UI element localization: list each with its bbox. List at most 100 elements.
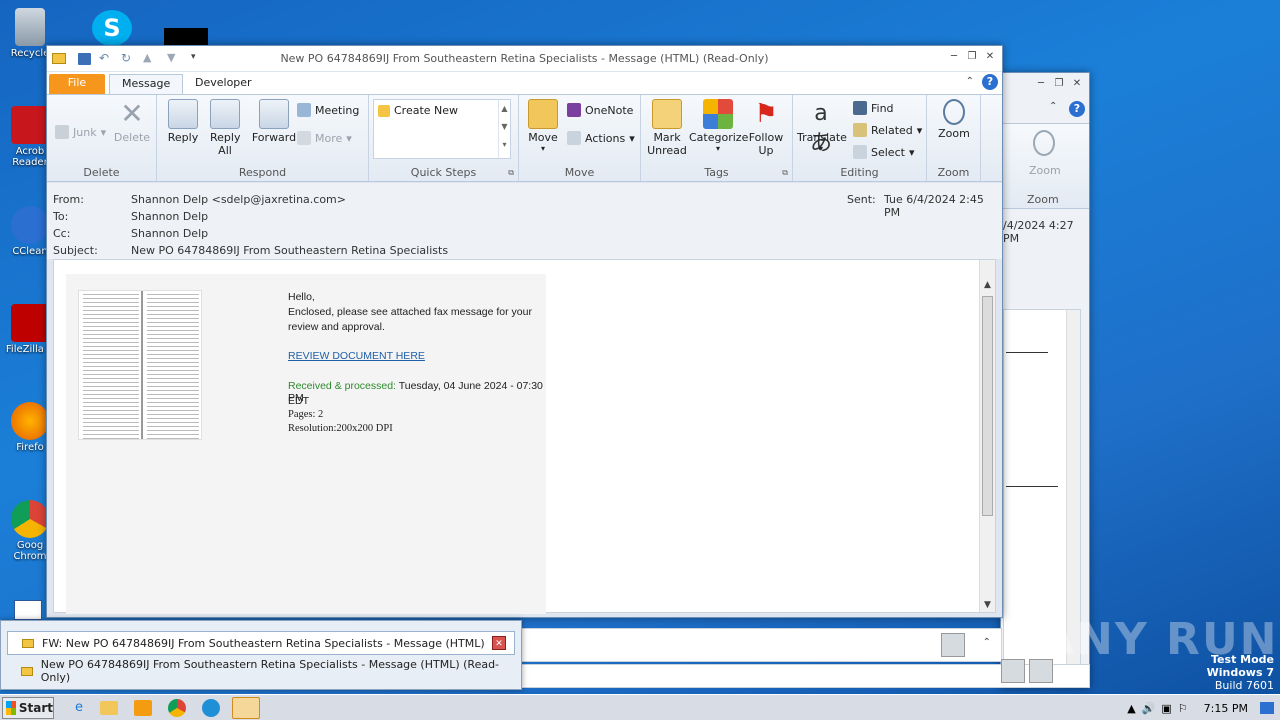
tab-developer[interactable]: Developer: [183, 74, 264, 94]
group-label: Editing: [840, 166, 879, 179]
tab-message[interactable]: Message: [109, 74, 184, 94]
categorize-button[interactable]: Categorize ▾: [689, 99, 748, 153]
forward-button[interactable]: Forward: [251, 99, 297, 144]
delete-icon: ✕: [120, 97, 144, 130]
translate-button[interactable]: aあ Translate ▾: [797, 99, 847, 156]
edge-icon[interactable]: [202, 699, 220, 717]
firefox-icon: [11, 402, 49, 440]
move-group: Move ▾ OneNote Actions ▾ Move: [519, 95, 641, 181]
follow-up-button[interactable]: ⚑ Follow Up: [747, 99, 785, 157]
close-icon[interactable]: ✕: [1069, 77, 1085, 91]
binoculars-icon: [853, 101, 867, 115]
actions-button[interactable]: Actions ▾: [567, 131, 635, 145]
lightning-icon: [378, 104, 390, 117]
expand-icon[interactable]: ⌃: [983, 637, 991, 648]
find-button[interactable]: Find: [853, 101, 894, 115]
show-desktop-icon[interactable]: [1260, 702, 1274, 714]
vertical-scrollbar[interactable]: ▲ ▼: [979, 260, 995, 612]
forward-icon: [259, 99, 289, 129]
subject-value: New PO 64784869IJ From Southeastern Reti…: [131, 244, 449, 257]
chrome-taskbar-icon[interactable]: [168, 699, 186, 717]
actions-icon: [567, 131, 581, 145]
message-body[interactable]: Hello, Enclosed, please see attached fax…: [53, 259, 996, 614]
title-bar[interactable]: ↶ ↻ ▲ ▼ ▾ New PO 64784869IJ From Southea…: [47, 46, 1002, 72]
move-button[interactable]: Move ▾: [525, 99, 561, 153]
explorer-icon[interactable]: [100, 701, 118, 715]
show-hidden-icon[interactable]: ▲: [1127, 702, 1135, 715]
sent-date-fragment: /4/2024 4:27 PM: [1003, 219, 1074, 245]
related-button[interactable]: Related ▾: [853, 123, 922, 137]
maximize-icon[interactable]: ❐: [1051, 77, 1067, 91]
speaker-icon[interactable]: 🔊: [1142, 702, 1156, 715]
reply-button[interactable]: Reply: [165, 99, 201, 144]
preview-item[interactable]: FW: New PO 64784869IJ From Southeastern …: [7, 631, 515, 655]
divider: [1006, 486, 1058, 487]
flag-icon: ⚑: [754, 99, 778, 129]
from-label: From:: [53, 193, 84, 206]
zoom-button-label[interactable]: Zoom: [1029, 164, 1061, 177]
minimize-icon[interactable]: ─: [1033, 77, 1049, 91]
subject-label: Subject:: [53, 244, 98, 257]
scroll-down-icon[interactable]: ▼: [980, 600, 995, 610]
background-message-window[interactable]: ─ ❐ ✕ ? ⌃ Zoom Zoom /4/2024 4:27 PM: [1000, 72, 1090, 688]
collapse-ribbon-icon[interactable]: ⌃: [1049, 101, 1057, 112]
zoom-group-label: Zoom: [1027, 193, 1059, 206]
zoom-button[interactable]: Zoom: [933, 99, 975, 140]
media-player-icon[interactable]: [134, 700, 152, 716]
gallery-scroll[interactable]: ▲ ▼ ▾: [498, 100, 510, 158]
resolution-text: Resolution:200x200 DPI: [288, 423, 393, 434]
greeting-text: Hello,: [288, 291, 315, 303]
mark-unread-button[interactable]: Mark Unread: [645, 99, 689, 157]
message-window[interactable]: ↶ ↻ ▲ ▼ ▾ New PO 64784869IJ From Southea…: [46, 45, 1003, 618]
maximize-icon[interactable]: ❐: [964, 50, 980, 64]
outlook-taskbar-icon[interactable]: [232, 697, 260, 719]
more-button[interactable]: More ▾: [297, 131, 352, 145]
ie-icon[interactable]: e: [66, 698, 92, 718]
categorize-icon: [703, 99, 733, 129]
group-label: Tags: [704, 166, 729, 179]
person-icon: [1001, 659, 1025, 683]
help-icon[interactable]: ?: [1069, 101, 1085, 117]
start-button[interactable]: Start: [2, 697, 54, 719]
from-value[interactable]: Shannon Delp <sdelp@jaxretina.com>: [131, 193, 346, 206]
delete-button[interactable]: ✕ Delete: [113, 97, 151, 145]
clock[interactable]: 7:15 PM: [1204, 702, 1248, 715]
close-icon[interactable]: ✕: [492, 636, 506, 650]
minimize-icon[interactable]: ─: [946, 50, 962, 64]
review-document-link[interactable]: REVIEW DOCUMENT HERE: [288, 350, 425, 362]
divider: [1006, 352, 1048, 353]
word-icon[interactable]: [14, 600, 42, 620]
group-label: Zoom: [937, 166, 970, 179]
tags-group: Mark Unread Categorize ▾ ⚑ Follow Up Tags…: [641, 95, 793, 181]
windows-logo-icon: [6, 701, 16, 715]
network-icon[interactable]: ▣: [1161, 702, 1171, 715]
skype-icon[interactable]: S: [92, 10, 132, 46]
fax-card: Hello, Enclosed, please see attached fax…: [66, 274, 546, 614]
select-button[interactable]: Select ▾: [853, 145, 914, 159]
reply-all-button[interactable]: Reply All: [207, 99, 243, 157]
tab-file[interactable]: File: [49, 74, 105, 94]
quick-steps-gallery[interactable]: Create New ▲ ▼ ▾: [373, 99, 511, 159]
scroll-thumb[interactable]: [982, 296, 993, 516]
dialog-launcher-icon[interactable]: ⧉: [508, 168, 514, 178]
close-icon[interactable]: ✕: [982, 50, 998, 64]
envelope-icon: [21, 666, 33, 676]
zoom-group: Zoom Zoom: [927, 95, 981, 181]
people-pane-bar-bg[interactable]: [520, 659, 1090, 688]
to-value[interactable]: Shannon Delp: [131, 210, 208, 223]
onenote-button[interactable]: OneNote: [567, 103, 633, 117]
related-icon: [853, 123, 867, 137]
cc-value[interactable]: Shannon Delp: [131, 227, 208, 240]
black-desktop-icon[interactable]: [164, 28, 208, 46]
action-center-flag-icon[interactable]: ⚐: [1178, 702, 1188, 715]
people-pane-bar[interactable]: ⌃: [520, 628, 1002, 662]
junk-button[interactable]: Junk ▾: [55, 125, 106, 139]
fax-thumbnail[interactable]: [78, 290, 202, 440]
create-new-button[interactable]: Create New: [378, 104, 458, 117]
dialog-launcher-icon[interactable]: ⧉: [782, 168, 788, 178]
meeting-button[interactable]: Meeting: [297, 103, 359, 117]
help-icon[interactable]: ?: [982, 74, 998, 90]
scroll-up-icon[interactable]: ▲: [980, 280, 995, 290]
collapse-ribbon-icon[interactable]: ⌃: [966, 76, 974, 87]
preview-item[interactable]: New PO 64784869IJ From Southeastern Reti…: [7, 658, 515, 684]
